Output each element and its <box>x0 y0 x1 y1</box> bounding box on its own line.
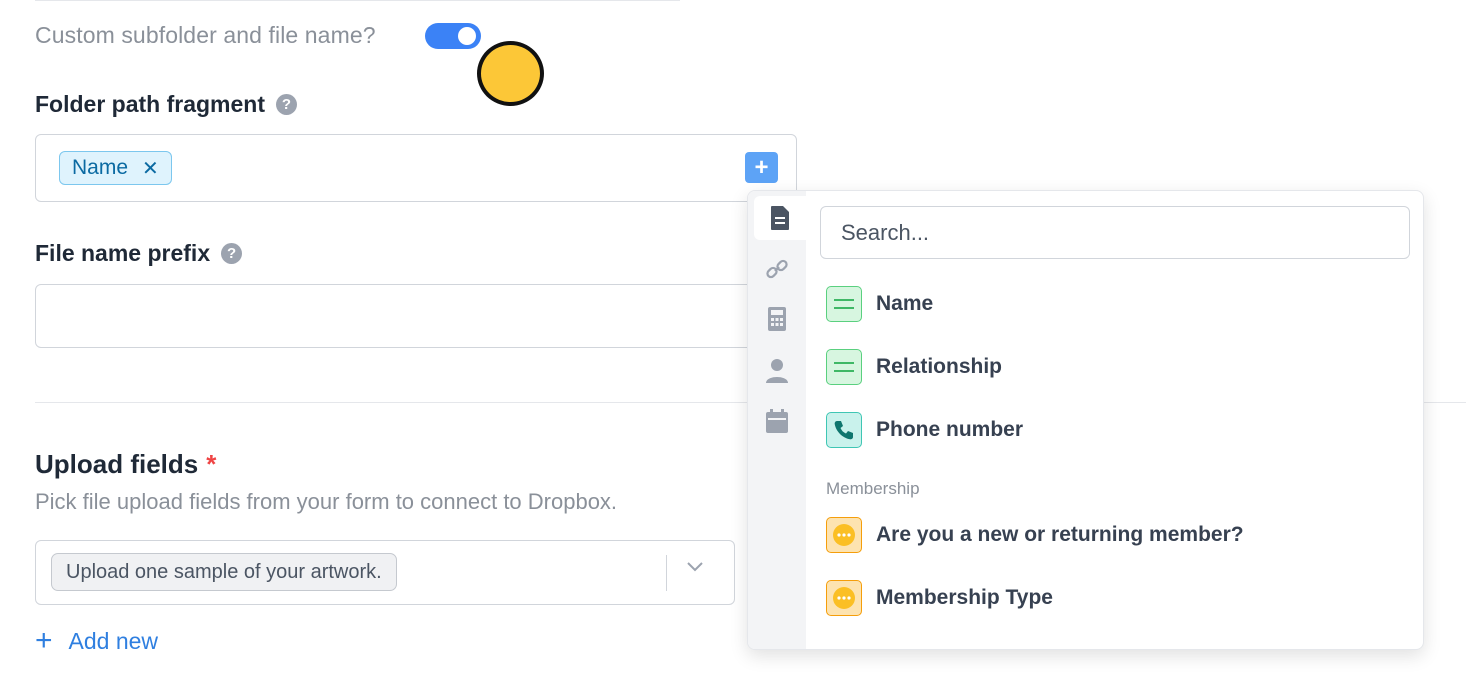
folder-path-input[interactable]: Name ✕ + <box>35 134 797 202</box>
field-picker-dropdown: Name Relationship Phone number Membershi… <box>747 190 1424 650</box>
custom-subfolder-row: Custom subfolder and file name? <box>35 22 481 49</box>
calculator-icon[interactable] <box>754 297 800 341</box>
field-option-phone-number[interactable]: Phone number <box>826 412 1023 448</box>
toggle-knob <box>458 27 476 45</box>
field-option-label: Membership Type <box>876 586 1053 609</box>
folder-path-label-text: Folder path fragment <box>35 91 266 117</box>
folder-path-tag-name: Name ✕ <box>59 151 172 185</box>
text-field-icon <box>826 349 862 385</box>
cursor-indicator <box>477 41 544 106</box>
text-field-icon <box>826 286 862 322</box>
calendar-icon[interactable] <box>754 399 800 443</box>
choice-icon <box>826 580 862 616</box>
field-search-input[interactable] <box>820 206 1410 259</box>
field-option-label: Are you a new or returning member? <box>876 523 1244 546</box>
group-heading-membership: Membership <box>826 479 920 498</box>
file-prefix-label-text: File name prefix <box>35 240 211 266</box>
field-option-relationship[interactable]: Relationship <box>826 349 1002 385</box>
person-icon[interactable] <box>754 349 800 393</box>
add-new-label: Add new <box>68 627 159 654</box>
plus-icon: + <box>35 624 53 657</box>
field-option-member-status[interactable]: Are you a new or returning member? <box>826 517 1244 553</box>
select-separator <box>666 555 667 591</box>
field-option-membership-type[interactable]: Membership Type <box>826 580 1053 616</box>
category-rail <box>748 191 806 649</box>
upload-field-select[interactable]: Upload one sample of your artwork. <box>35 540 735 605</box>
add-new-button[interactable]: + Add new <box>35 626 158 656</box>
link-icon[interactable] <box>754 247 800 291</box>
tag-label: Name <box>72 156 129 179</box>
document-icon[interactable] <box>754 196 806 240</box>
close-icon[interactable]: ✕ <box>142 156 159 181</box>
help-icon[interactable]: ? <box>221 243 243 264</box>
required-marker: * <box>206 449 217 479</box>
field-option-label: Name <box>876 292 934 315</box>
chevron-down-icon[interactable] <box>684 555 706 583</box>
choice-icon <box>826 517 862 553</box>
custom-subfolder-label: Custom subfolder and file name? <box>35 22 376 48</box>
field-option-label: Phone number <box>876 418 1024 441</box>
upload-fields-title-text: Upload fields <box>35 449 199 479</box>
help-icon[interactable]: ? <box>276 94 298 115</box>
top-divider <box>35 0 680 1</box>
field-option-name[interactable]: Name <box>826 286 933 322</box>
insert-field-button[interactable]: + <box>745 152 778 183</box>
upload-fields-title: Upload fields * <box>35 449 216 480</box>
folder-path-label: Folder path fragment ? <box>35 91 298 118</box>
file-prefix-input[interactable] <box>35 284 797 348</box>
selected-upload-field: Upload one sample of your artwork. <box>51 553 397 591</box>
file-prefix-label: File name prefix ? <box>35 240 243 267</box>
upload-fields-description: Pick file upload fields from your form t… <box>35 489 618 514</box>
phone-icon <box>826 412 862 448</box>
custom-subfolder-toggle[interactable] <box>425 23 481 49</box>
field-option-label: Relationship <box>876 355 1003 378</box>
